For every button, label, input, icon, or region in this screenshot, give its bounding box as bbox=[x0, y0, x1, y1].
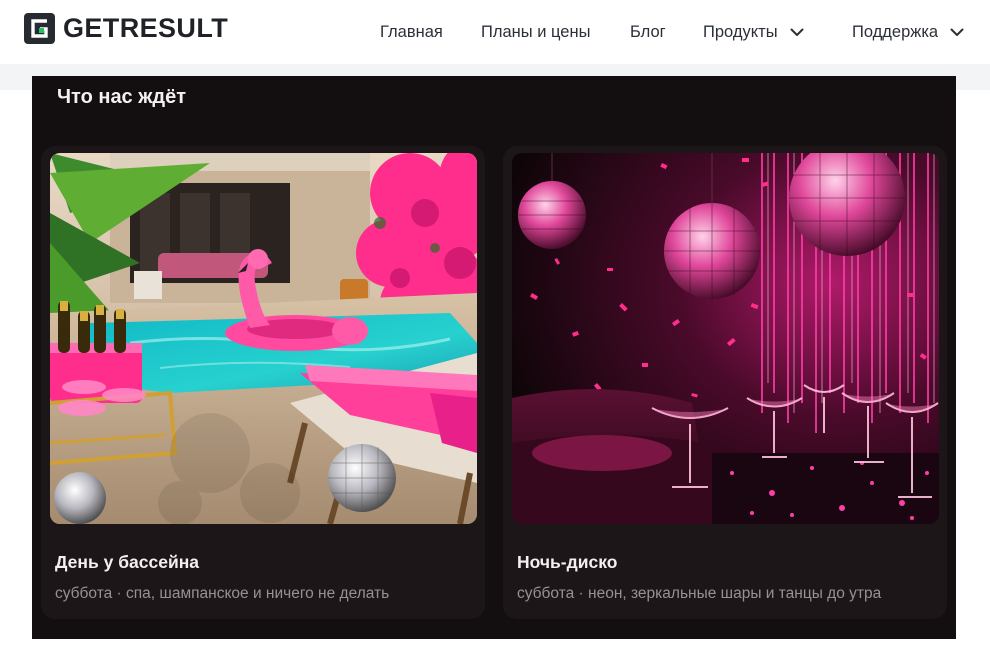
card-title: Ночь-диско bbox=[517, 552, 618, 572]
chevron-down-icon bbox=[790, 28, 804, 36]
nav-item-label: Поддержка bbox=[852, 22, 939, 41]
nav-item-home[interactable]: Главная bbox=[380, 20, 443, 44]
pool-day-image bbox=[50, 153, 477, 524]
nav-item-support[interactable]: Поддержка bbox=[852, 20, 964, 44]
section-title: Что нас ждёт bbox=[57, 86, 187, 108]
nav-item-pricing[interactable]: Планы и цены bbox=[481, 20, 590, 44]
getresult-logo-icon bbox=[24, 13, 55, 44]
card-subtitle: суббота · спа, шампанское и ничего не де… bbox=[55, 585, 390, 602]
card-title: День у бассейна bbox=[55, 552, 199, 572]
event-card-pool-day[interactable]: День у бассейна суббота · спа, шампанско… bbox=[41, 146, 485, 619]
event-card-disco-night[interactable]: Ночь-диско суббота · неон, зеркальные ша… bbox=[503, 146, 947, 619]
nav-item-label: Блог bbox=[630, 22, 666, 41]
what-awaits-section: Что нас ждёт День у бассейна суббота · с… bbox=[32, 76, 956, 639]
brand-logo[interactable]: GETRESULT bbox=[24, 13, 228, 44]
nav-item-label: Планы и цены bbox=[481, 22, 591, 41]
nav-item-products[interactable]: Продукты bbox=[703, 20, 804, 44]
disco-night-image bbox=[512, 153, 939, 524]
nav-item-label: Главная bbox=[380, 22, 443, 41]
site-header: GETRESULT Главная Планы и цены Блог Прод… bbox=[0, 0, 990, 64]
nav-item-label: Продукты bbox=[703, 22, 778, 41]
card-subtitle: суббота · неон, зеркальные шары и танцы … bbox=[517, 585, 882, 602]
nav-item-blog[interactable]: Блог bbox=[630, 20, 666, 44]
brand-name: GETRESULT bbox=[63, 13, 229, 43]
chevron-down-icon bbox=[950, 28, 964, 36]
